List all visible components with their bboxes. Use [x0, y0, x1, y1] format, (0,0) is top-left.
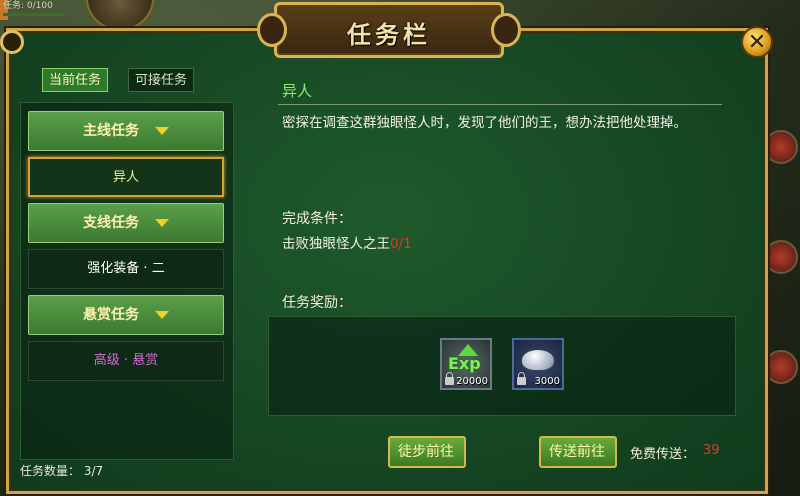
side-button[interactable] — [764, 350, 798, 384]
free-teleport-label: 免费传送： — [630, 447, 696, 462]
quest-description: 密探在调查这群独眼怪人时，发现了他们的王，想办法把他处理掉。 — [282, 115, 687, 131]
free-teleport-count: 39 — [703, 443, 720, 458]
side-buttons — [764, 120, 800, 480]
quest-item-selected[interactable]: 异人 — [28, 157, 224, 197]
divider — [278, 104, 722, 105]
reward-box — [268, 316, 736, 416]
condition-text: 击败独眼怪人之王0/1 — [282, 232, 412, 252]
window-title-plaque: 任务栏 — [257, 2, 521, 58]
quest-item[interactable]: 强化装备 · 二 — [28, 249, 224, 289]
teleport-button[interactable]: 传送前往 — [539, 436, 617, 468]
category-bounty-quests[interactable]: 悬赏任务 — [28, 295, 224, 335]
category-label: 支线任务 — [83, 215, 139, 231]
condition-label: 完成条件： — [282, 211, 352, 227]
side-button[interactable] — [764, 130, 798, 164]
quest-item[interactable]: 高级 · 悬赏 — [28, 341, 224, 381]
quest-title: 异人 — [282, 82, 313, 100]
tab-available-quests[interactable]: 可接任务 — [128, 68, 195, 92]
close-icon: ✕ — [747, 30, 767, 55]
tab-current-quests[interactable]: 当前任务 — [42, 68, 109, 92]
category-side-quests[interactable]: 支线任务 — [28, 203, 224, 243]
tab-bar: 当前任务 可接任务 — [42, 68, 214, 92]
reward-label: 任务奖励： — [282, 295, 352, 311]
reward-exp[interactable]: Exp 20000 — [440, 338, 492, 390]
category-main-quests[interactable]: 主线任务 — [28, 111, 224, 151]
chevron-down-icon — [155, 127, 169, 135]
quest-list-panel: 主线任务 异人 支线任务 强化装备 · 二 悬赏任务 高级 · 悬赏 — [20, 102, 234, 460]
chevron-down-icon — [155, 311, 169, 319]
close-button[interactable]: ✕ — [741, 26, 773, 58]
walk-button[interactable]: 徒步前往 — [388, 436, 466, 468]
quest-item-label: 高级 · 悬赏 — [93, 353, 159, 368]
lock-icon — [517, 372, 526, 385]
silver-ingot-icon — [522, 350, 554, 370]
condition-progress: 0/1 — [390, 236, 412, 252]
hud-status-text: 任务: 0/100 — [3, 1, 53, 11]
reward-silver[interactable]: 3000 — [512, 338, 564, 390]
window-title: 任务栏 — [347, 21, 431, 49]
exp-label: Exp — [448, 354, 481, 373]
corner-ornament — [0, 30, 24, 54]
hud-status-bar — [3, 13, 63, 16]
reward-amount: 20000 — [456, 376, 488, 387]
reward-amount: 3000 — [534, 376, 560, 387]
category-label: 悬赏任务 — [83, 307, 139, 323]
task-count: 任务数量： 3/7 — [20, 464, 104, 478]
side-button[interactable] — [764, 240, 798, 274]
lock-icon — [445, 372, 454, 385]
chevron-down-icon — [155, 219, 169, 227]
hud-status: 任务: 0/100 — [0, 0, 76, 24]
condition-objective: 击败独眼怪人之王 — [282, 236, 390, 252]
quest-item-label: 强化装备 · 二 — [87, 261, 165, 276]
category-label: 主线任务 — [83, 123, 139, 139]
quest-item-label: 异人 — [112, 170, 139, 185]
